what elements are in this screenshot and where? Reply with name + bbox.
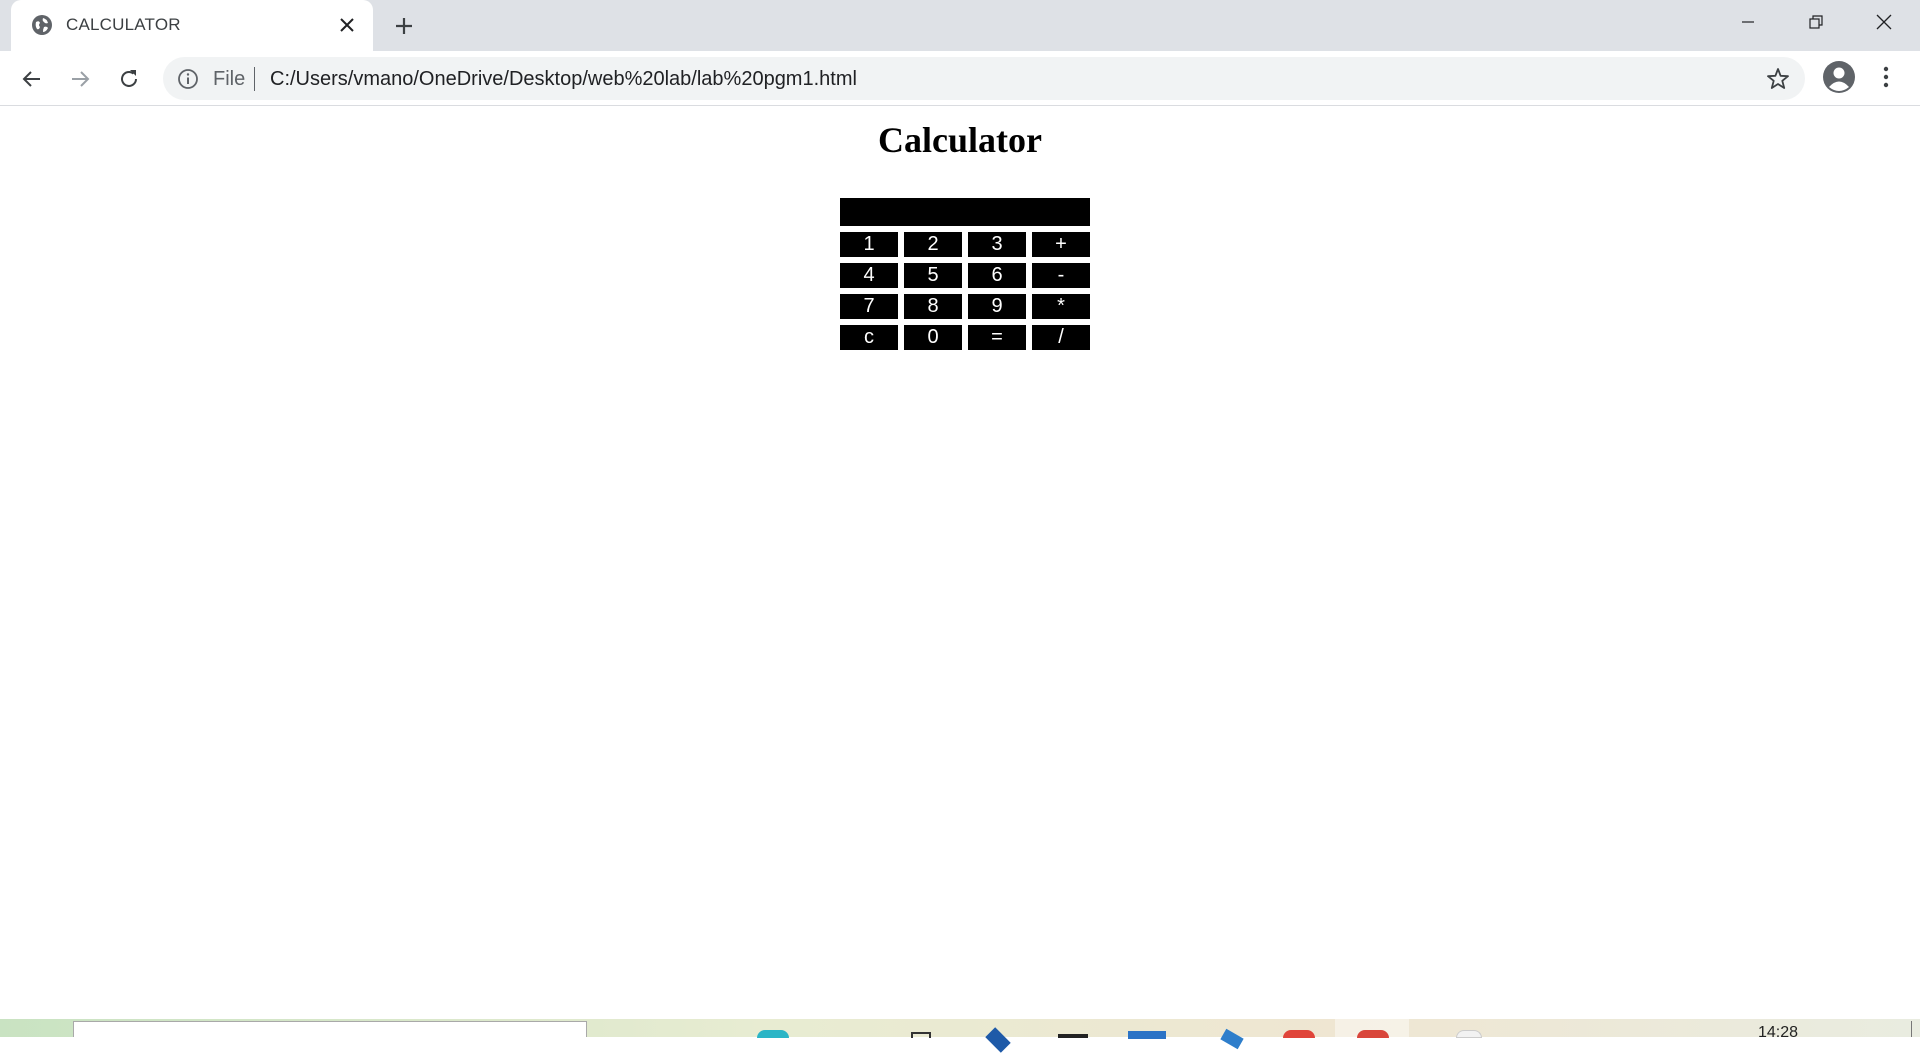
close-icon	[1876, 14, 1892, 30]
page-content: Calculator 1 2 3 + 4 5 6 - 7 8 9 * c 0 =…	[0, 107, 1920, 1019]
omnibox-divider	[254, 67, 255, 91]
key-multiply[interactable]: *	[1032, 294, 1090, 319]
info-icon[interactable]	[177, 68, 199, 90]
plus-icon	[396, 18, 412, 34]
window-close-button[interactable]	[1850, 0, 1918, 44]
url-text[interactable]: C:/Users/vmano/OneDrive/Desktop/web%20la…	[270, 68, 857, 91]
calculator-display[interactable]	[840, 198, 1090, 226]
forward-button[interactable]	[65, 64, 95, 94]
page-title: Calculator	[878, 120, 1042, 160]
key-0[interactable]: 0	[904, 325, 962, 350]
key-3[interactable]: 3	[968, 232, 1026, 257]
new-tab-button[interactable]	[390, 12, 418, 40]
key-5[interactable]: 5	[904, 263, 962, 288]
kebab-menu-icon[interactable]	[1874, 62, 1898, 92]
app-icon[interactable]	[1220, 1028, 1244, 1050]
close-icon	[340, 18, 354, 32]
key-2[interactable]: 2	[904, 232, 962, 257]
reload-icon	[121, 70, 137, 87]
restore-icon	[1809, 15, 1823, 29]
key-divide[interactable]: /	[1032, 325, 1090, 350]
key-9[interactable]: 9	[968, 294, 1026, 319]
calculator: 1 2 3 + 4 5 6 - 7 8 9 * c 0 = /	[834, 192, 1096, 356]
key-1[interactable]: 1	[840, 232, 898, 257]
word-icon[interactable]	[1128, 1031, 1166, 1039]
browser-tab[interactable]: CALCULATOR	[11, 0, 373, 51]
browser-toolbar: File C:/Users/vmano/OneDrive/Desktop/web…	[0, 51, 1920, 106]
taskbar-search-box[interactable]	[73, 1021, 587, 1037]
arrow-left-icon	[22, 71, 40, 87]
scheme-label: File	[213, 68, 246, 90]
taskbar-clock[interactable]: 14:28	[1758, 1025, 1798, 1041]
key-equals[interactable]: =	[968, 325, 1026, 350]
tab-close-button[interactable]	[335, 13, 359, 37]
store-icon[interactable]	[911, 1032, 931, 1038]
back-button[interactable]	[17, 64, 47, 94]
key-plus[interactable]: +	[1032, 232, 1090, 257]
star-icon[interactable]	[1765, 66, 1791, 92]
reload-button[interactable]	[114, 64, 144, 94]
account-icon[interactable]	[1822, 60, 1856, 94]
tab-title: CALCULATOR	[66, 15, 181, 34]
key-clear[interactable]: c	[840, 325, 898, 350]
key-4[interactable]: 4	[840, 263, 898, 288]
key-6[interactable]: 6	[968, 263, 1026, 288]
tab-strip: CALCULATOR	[0, 0, 1920, 51]
app-icon[interactable]	[985, 1027, 1011, 1053]
restore-button[interactable]	[1782, 0, 1850, 44]
app-icon[interactable]	[1058, 1034, 1088, 1038]
address-bar[interactable]: File C:/Users/vmano/OneDrive/Desktop/web…	[163, 57, 1805, 100]
key-minus[interactable]: -	[1032, 263, 1090, 288]
key-7[interactable]: 7	[840, 294, 898, 319]
show-desktop-divider[interactable]	[1911, 1021, 1912, 1037]
taskbar: 14:28	[0, 1019, 1920, 1053]
minimize-button[interactable]	[1714, 0, 1782, 44]
minimize-icon	[1742, 21, 1754, 23]
key-8[interactable]: 8	[904, 294, 962, 319]
arrow-right-icon	[72, 71, 90, 87]
globe-icon	[32, 15, 52, 35]
